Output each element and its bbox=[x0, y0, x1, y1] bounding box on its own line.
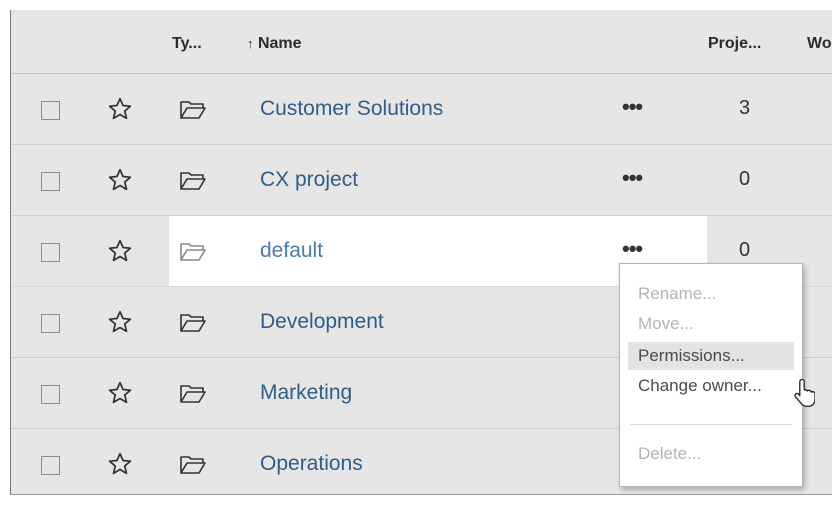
table-row: CX project ••• 0 bbox=[11, 145, 832, 216]
header-project[interactable]: Proje... bbox=[708, 35, 761, 53]
star-icon[interactable] bbox=[107, 167, 133, 193]
project-count: 3 bbox=[739, 97, 751, 119]
project-name-link[interactable]: Marketing bbox=[260, 381, 352, 405]
folder-icon bbox=[180, 456, 206, 474]
more-actions-button[interactable]: ••• bbox=[622, 94, 643, 120]
menu-item-change-owner[interactable]: Change owner... bbox=[628, 372, 794, 400]
project-name-link[interactable]: CX project bbox=[260, 168, 358, 192]
project-name-link[interactable]: Development bbox=[260, 310, 384, 334]
star-icon[interactable] bbox=[107, 380, 133, 406]
project-name-link[interactable]: default bbox=[260, 239, 323, 263]
sort-ascending-icon: ↑ bbox=[247, 36, 254, 51]
more-actions-button[interactable]: ••• bbox=[622, 236, 643, 262]
menu-item-delete[interactable]: Delete... bbox=[628, 440, 794, 468]
menu-item-move[interactable]: Move... bbox=[628, 310, 794, 338]
row-checkbox[interactable] bbox=[41, 243, 60, 262]
header-name-label: Name bbox=[257, 35, 302, 52]
table-row: Customer Solutions ••• 3 bbox=[11, 74, 832, 145]
mouse-pointer-icon bbox=[794, 378, 815, 408]
project-count: 0 bbox=[739, 168, 751, 190]
row-checkbox[interactable] bbox=[41, 385, 60, 404]
header-type[interactable]: Ty... bbox=[172, 35, 202, 53]
folder-icon bbox=[180, 314, 206, 332]
header-workbooks[interactable]: Wo bbox=[807, 35, 832, 53]
menu-item-permissions[interactable]: Permissions... bbox=[628, 342, 794, 370]
menu-item-rename[interactable]: Rename... bbox=[628, 280, 794, 308]
header-name[interactable]: ↑ Name bbox=[247, 35, 302, 53]
menu-divider bbox=[630, 424, 792, 425]
row-checkbox[interactable] bbox=[41, 314, 60, 333]
star-icon[interactable] bbox=[107, 96, 133, 122]
row-checkbox[interactable] bbox=[41, 456, 60, 475]
project-name-link[interactable]: Customer Solutions bbox=[260, 97, 443, 121]
star-icon[interactable] bbox=[107, 451, 133, 477]
folder-icon bbox=[180, 101, 206, 119]
star-icon[interactable] bbox=[107, 309, 133, 335]
projects-table: Ty... ↑ Name Proje... Wo Customer Soluti… bbox=[10, 10, 832, 495]
folder-icon bbox=[180, 243, 206, 261]
star-icon[interactable] bbox=[107, 238, 133, 264]
more-actions-button[interactable]: ••• bbox=[622, 165, 643, 191]
project-count: 0 bbox=[739, 239, 751, 261]
folder-icon bbox=[180, 385, 206, 403]
table-header: Ty... ↑ Name Proje... Wo bbox=[11, 10, 832, 74]
row-checkbox[interactable] bbox=[41, 172, 60, 191]
folder-icon bbox=[180, 172, 206, 190]
row-checkbox[interactable] bbox=[41, 101, 60, 120]
context-menu: Rename... Move... Permissions... Change … bbox=[619, 263, 803, 487]
project-name-link[interactable]: Operations bbox=[260, 452, 363, 476]
